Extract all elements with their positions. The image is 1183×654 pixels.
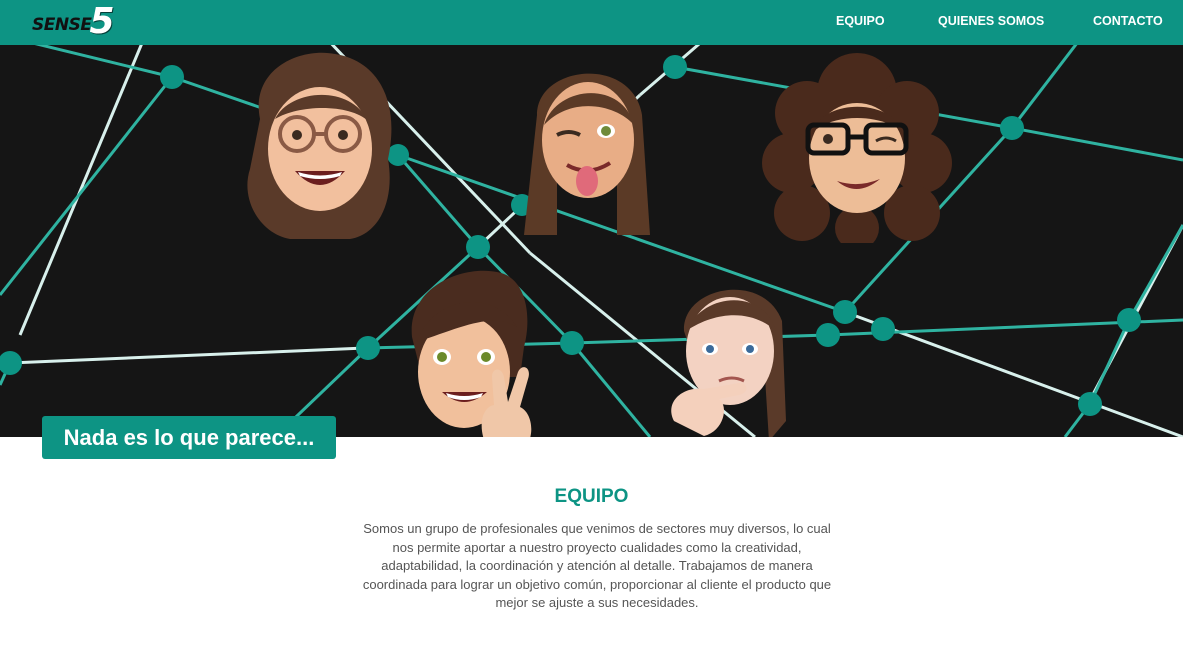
logo-number: 5 [89,1,115,42]
avatar-thinking-woman [671,289,786,437]
avatar-glasses-woman [247,52,392,239]
nav-link-equipo[interactable]: EQUIPO [836,14,885,28]
avatar-winking-woman [524,73,650,235]
hero-banner [0,45,1183,437]
nav-link-quienes-somos[interactable]: QUIENES SOMOS [938,14,1044,28]
top-navbar: SENSE 5 EQUIPO QUIENES SOMOS CONTACTO [0,0,1183,45]
hero-tagline-button[interactable]: Nada es lo que parece... [42,416,336,459]
avatar-peace-sign-woman [411,270,532,437]
brand-logo[interactable]: SENSE 5 [32,4,115,40]
logo-text: SENSE [32,15,92,35]
avatar-curly-hair-woman [762,53,952,243]
section-description: Somos un grupo de profesionales que veni… [362,521,832,610]
nav-link-contacto[interactable]: CONTACTO [1093,14,1163,28]
section-title: EQUIPO [554,486,629,507]
